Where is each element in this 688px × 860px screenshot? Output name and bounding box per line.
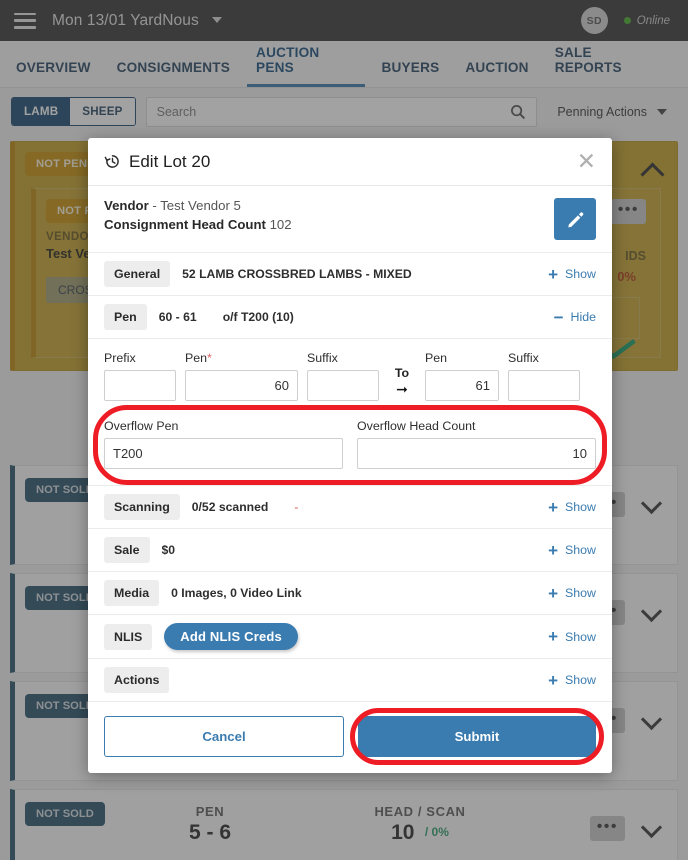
- toggle-label: Hide: [570, 310, 596, 324]
- overflow-row: Overflow Pen Overflow Head Count: [104, 419, 596, 469]
- toggle-label: Show: [565, 500, 596, 514]
- app-root: Mon 13/01 YardNous SD Online OVERVIEW CO…: [0, 0, 688, 860]
- section-chip: General: [104, 261, 171, 287]
- toggle-label: Show: [565, 267, 596, 281]
- section-chip: Sale: [104, 537, 150, 563]
- suffix-to-input[interactable]: [508, 370, 580, 401]
- field-pen-to: Pen: [425, 351, 499, 401]
- overflow-head-label: Overflow Head Count: [357, 419, 476, 433]
- pen-to-input[interactable]: [425, 370, 499, 401]
- plus-icon: +: [548, 540, 558, 560]
- toggle-sale-button[interactable]: + Show: [548, 542, 596, 559]
- section-media[interactable]: Media 0 Images, 0 Video Link + Show: [88, 572, 612, 615]
- toggle-label: Show: [565, 586, 596, 600]
- edit-lot-dialog: Edit Lot 20 ✕ Vendor - Test Vendor 5 Con…: [88, 138, 612, 773]
- cancel-button[interactable]: Cancel: [104, 716, 344, 757]
- overflow-group: Overflow Pen Overflow Head Count: [93, 405, 607, 485]
- to-label: To: [394, 366, 410, 380]
- required-marker: *: [207, 351, 212, 365]
- suffix-from-input[interactable]: [307, 370, 379, 401]
- vendor-row: Vendor - Test Vendor 5: [104, 198, 292, 213]
- field-suffix-from: Suffix: [307, 351, 379, 401]
- dialog-title-text: Edit Lot 20: [129, 151, 211, 171]
- section-chip: Scanning: [104, 494, 180, 520]
- pen-from-input[interactable]: [185, 370, 298, 401]
- pen-range-row: Prefix Pen* Suffix To ➞ Pen: [104, 351, 596, 401]
- vendor-label: Vendor: [104, 198, 149, 213]
- pen-from-label: Pen*: [185, 351, 212, 365]
- suffix-from-label: Suffix: [307, 351, 338, 365]
- field-overflow-head-count: Overflow Head Count: [357, 419, 596, 469]
- section-summary-overflow: o/f T200 (10): [222, 310, 294, 324]
- close-icon[interactable]: ✕: [577, 150, 596, 173]
- overflow-pen-label: Overflow Pen: [104, 419, 179, 433]
- scanning-dash: -: [294, 500, 299, 514]
- plus-icon: +: [548, 264, 558, 284]
- dialog-footer: Cancel Submit: [88, 702, 612, 773]
- section-chip: NLIS: [104, 623, 153, 650]
- prefix-label: Prefix: [104, 351, 136, 365]
- plus-icon: +: [548, 627, 558, 646]
- section-sale[interactable]: Sale $0 + Show: [88, 529, 612, 572]
- head-count-row: Consignment Head Count 102: [104, 217, 292, 232]
- toggle-media-button[interactable]: + Show: [548, 585, 596, 602]
- dialog-header: Edit Lot 20 ✕: [88, 138, 612, 186]
- section-nlis[interactable]: NLIS Add NLIS Creds + Show: [88, 615, 612, 659]
- head-count-value: 102: [269, 217, 292, 232]
- vendor-section: Vendor - Test Vendor 5 Consignment Head …: [88, 186, 612, 253]
- field-overflow-pen: Overflow Pen: [104, 419, 343, 469]
- field-prefix: Prefix: [104, 351, 176, 401]
- vendor-details: Vendor - Test Vendor 5 Consignment Head …: [104, 198, 292, 236]
- toggle-actions-button[interactable]: + Show: [548, 672, 596, 689]
- field-suffix-to: Suffix: [508, 351, 580, 401]
- section-summary: 60 - 61: [158, 310, 197, 324]
- suffix-to-label: Suffix: [508, 351, 539, 365]
- submit-button[interactable]: Submit: [358, 716, 596, 757]
- arrow-right-icon: ➞: [396, 381, 408, 397]
- toggle-label: Show: [565, 673, 596, 687]
- section-scanning[interactable]: Scanning 0/52 scanned - + Show: [88, 486, 612, 529]
- section-chip: Media: [104, 580, 160, 606]
- pencil-icon: [567, 211, 583, 227]
- toggle-label: Show: [565, 629, 596, 644]
- pen-to-label: Pen: [425, 351, 448, 365]
- minus-icon: −: [553, 307, 564, 327]
- toggle-nlis-button[interactable]: + Show: [548, 628, 596, 645]
- add-nlis-creds-button[interactable]: Add NLIS Creds: [164, 623, 298, 650]
- section-pen[interactable]: Pen 60 - 61 o/f T200 (10) − Hide: [88, 296, 612, 339]
- to-separator: To ➞: [388, 366, 416, 401]
- field-pen-from: Pen*: [185, 351, 298, 401]
- section-summary: 0/52 scanned: [191, 500, 269, 514]
- section-actions[interactable]: Actions + Show: [88, 659, 612, 702]
- section-summary: 52 LAMB CROSSBRED LAMBS - MIXED: [182, 267, 412, 281]
- toggle-pen-button[interactable]: − Hide: [554, 309, 596, 326]
- prefix-input[interactable]: [104, 370, 176, 401]
- section-summary: 0 Images, 0 Video Link: [171, 586, 302, 600]
- overflow-head-input[interactable]: [357, 438, 596, 469]
- overflow-pen-input[interactable]: [104, 438, 343, 469]
- plus-icon: +: [548, 583, 558, 603]
- pen-form: Prefix Pen* Suffix To ➞ Pen: [88, 339, 612, 486]
- plus-icon: +: [548, 670, 558, 690]
- head-count-label: Consignment Head Count: [104, 217, 266, 232]
- section-chip: Pen: [104, 304, 147, 330]
- section-general[interactable]: General 52 LAMB CROSSBRED LAMBS - MIXED …: [88, 253, 612, 296]
- toggle-label: Show: [565, 543, 596, 557]
- section-chip: Actions: [104, 667, 170, 693]
- section-summary: $0: [161, 543, 176, 557]
- submit-wrapper: Submit: [350, 708, 604, 765]
- history-icon: [104, 155, 119, 168]
- vendor-value: - Test Vendor 5: [152, 198, 241, 213]
- toggle-general-button[interactable]: + Show: [548, 266, 596, 283]
- plus-icon: +: [548, 497, 558, 517]
- page-title: Edit Lot 20: [104, 152, 210, 172]
- toggle-scanning-button[interactable]: + Show: [548, 499, 596, 516]
- edit-vendor-button[interactable]: [554, 198, 596, 240]
